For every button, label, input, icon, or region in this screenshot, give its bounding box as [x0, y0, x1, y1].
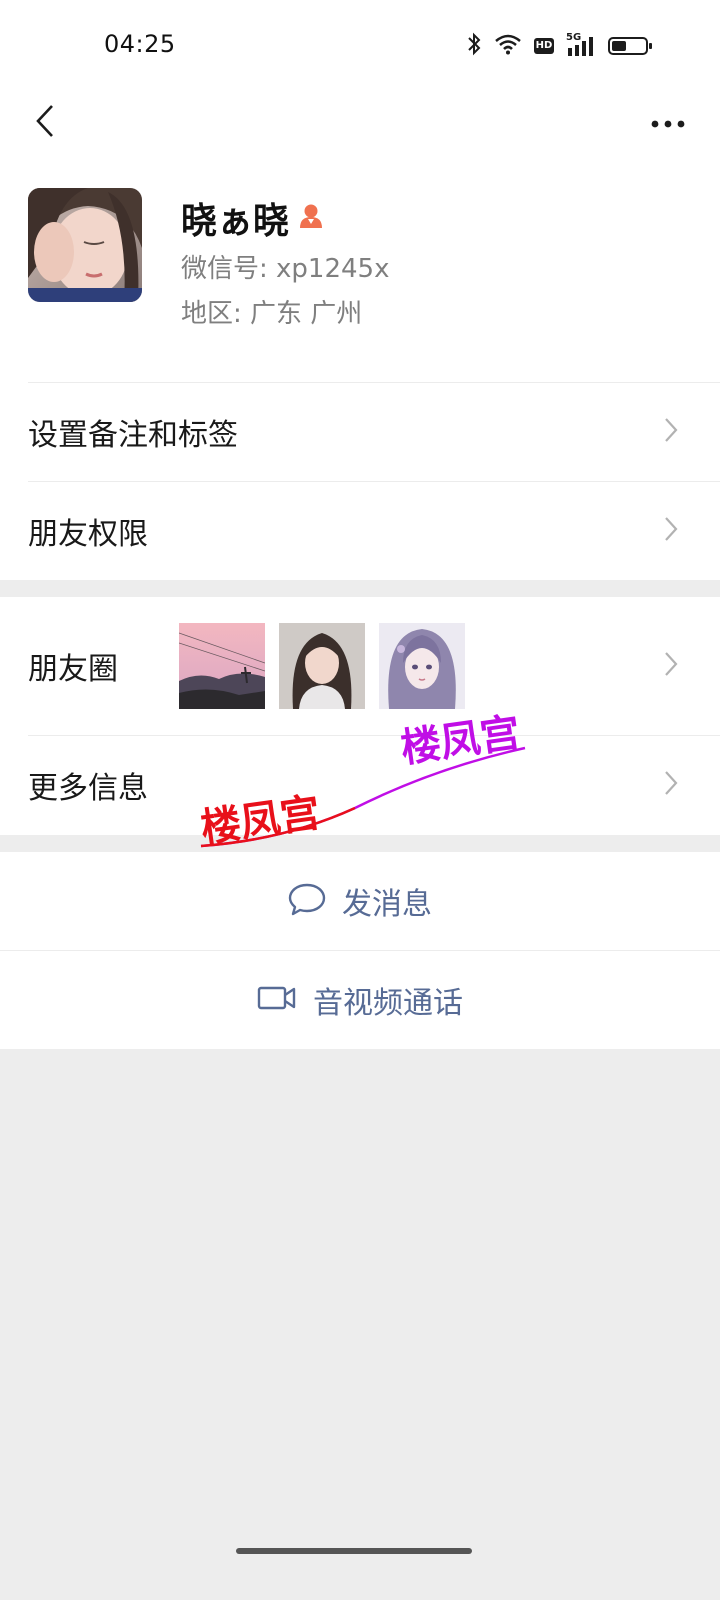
back-button[interactable]: [20, 98, 70, 148]
send-message-label: 发消息: [342, 887, 432, 922]
bluetooth-icon: [466, 32, 482, 60]
5g-signal-icon: 5G: [566, 32, 596, 58]
more-dots-icon: [650, 114, 686, 133]
video-camera-icon: [257, 985, 297, 1015]
nickname: 晓ぁ晓: [181, 201, 290, 242]
row-label: 设置备注和标签: [28, 418, 238, 453]
chat-bubble-icon: [288, 882, 326, 920]
chevron-right-icon: [664, 651, 678, 681]
settings-group: 设置备注和标签 朋友权限: [0, 382, 720, 580]
row-label: 朋友权限: [28, 517, 148, 552]
moments-thumbnail: [279, 623, 365, 709]
wechat-id: 微信号: xp1245x: [181, 254, 390, 284]
home-indicator[interactable]: [236, 1548, 472, 1554]
battery-icon: [608, 37, 652, 55]
row-more-info[interactable]: 更多信息: [28, 735, 720, 834]
row-moments[interactable]: 朋友圈: [28, 597, 720, 735]
chevron-right-icon: [664, 417, 678, 447]
row-label: 更多信息: [28, 771, 148, 806]
nav-bar: [0, 90, 720, 156]
profile-header: 晓ぁ晓 微信号: xp1245x 地区: 广东 广州: [0, 156, 720, 384]
female-person-icon: [297, 202, 325, 234]
moments-thumbnail: [179, 623, 265, 709]
video-call-label: 音视频通话: [313, 986, 463, 1021]
moments-thumbnail: [379, 623, 465, 709]
status-bar: 04:25 HD 5G: [0, 0, 720, 90]
battery-level: [612, 41, 626, 51]
nickname-row: 晓ぁ晓: [181, 192, 325, 244]
send-message-button[interactable]: 发消息: [0, 852, 720, 950]
row-remarks-tags[interactable]: 设置备注和标签: [28, 382, 720, 481]
avatar[interactable]: [28, 188, 142, 302]
hd-icon: HD: [534, 38, 554, 54]
status-time: 04:25: [104, 30, 176, 58]
moments-thumbnails: [179, 623, 465, 709]
status-icons: HD 5G: [466, 32, 652, 60]
chevron-right-icon: [664, 770, 678, 800]
info-group: 朋友圈 更多信息: [0, 597, 720, 835]
video-call-button[interactable]: 音视频通话: [0, 950, 720, 1049]
row-friend-permissions[interactable]: 朋友权限: [28, 481, 720, 580]
more-button[interactable]: [640, 98, 696, 148]
row-label: 朋友圈: [28, 652, 118, 687]
chevron-left-icon: [34, 104, 56, 142]
wifi-icon: [494, 33, 522, 59]
region: 地区: 广东 广州: [181, 299, 363, 329]
chevron-right-icon: [664, 516, 678, 546]
